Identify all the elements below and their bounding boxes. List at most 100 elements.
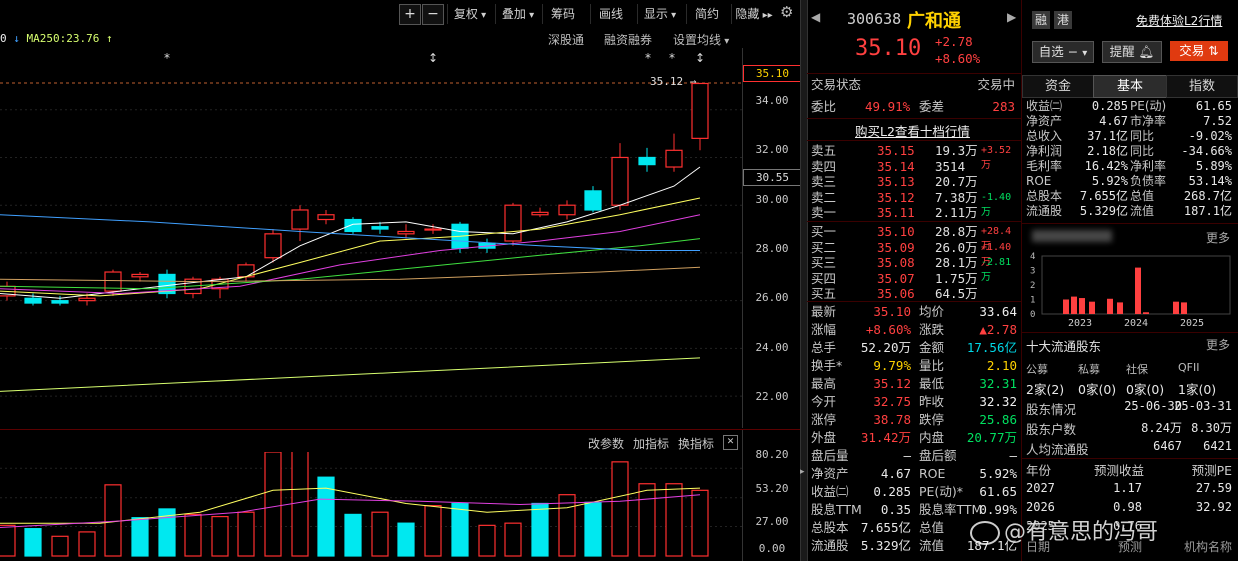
- forecast-footer: 机构名称: [1183, 540, 1232, 554]
- adjust-menu[interactable]: 复权 ▾: [447, 4, 492, 24]
- event-marker-icon[interactable]: ↕: [695, 51, 705, 65]
- close-icon[interactable]: ✕: [723, 435, 738, 450]
- quote-label: 净资产: [811, 466, 849, 481]
- event-marker-icon[interactable]: *: [669, 51, 675, 65]
- blurred-text: [1032, 230, 1112, 242]
- level-label: 卖二: [811, 189, 837, 205]
- fund-value: 5.89%: [1195, 159, 1232, 173]
- crosshair-price-tag: 30.55: [743, 169, 802, 186]
- buy-level-row[interactable]: 买三 35.08 28.1万 -2.81万: [807, 255, 1021, 283]
- fund-label: 市净率: [1130, 114, 1167, 128]
- buy-l2-link[interactable]: 购买L2查看十档行情: [855, 121, 970, 140]
- vol-add-button[interactable]: 加指标: [633, 435, 669, 452]
- quote-label: 外盘: [811, 430, 837, 445]
- vol-switch-button[interactable]: 换指标: [678, 435, 714, 452]
- vol-param-button[interactable]: 改参数: [588, 435, 624, 452]
- next-stock-icon[interactable]: ▶: [1007, 10, 1016, 24]
- tab-basic[interactable]: 基本: [1093, 75, 1167, 98]
- quote-value: 4.67: [880, 466, 911, 481]
- link-ma-settings[interactable]: 设置均线 ▾: [673, 31, 729, 48]
- double-chevron-right-icon: ▸▸: [759, 10, 773, 21]
- buy-level-row[interactable]: 买一 35.10 28.8万 +28.4万: [807, 224, 1021, 252]
- info-panel: 融 港 免费体验L2行情 自选 − ▾ 提醒 🔔︎ 交易 ⇅ 资金 基本 指数 …: [1022, 0, 1238, 561]
- forecast-eps: 1.17: [1113, 481, 1142, 495]
- trade-button[interactable]: 交易 ⇅: [1170, 41, 1228, 61]
- quote-label: 内盘: [919, 430, 945, 445]
- mini-bar: [1089, 301, 1095, 314]
- fund-value: 5.329亿: [1079, 204, 1128, 218]
- sell-level-row[interactable]: 卖四 35.14 3514: [807, 159, 1021, 174]
- exchange-arrows-icon: ⇅: [1208, 43, 1219, 58]
- prev-stock-icon[interactable]: ◀: [811, 10, 820, 24]
- tag-margin[interactable]: 融: [1032, 11, 1050, 29]
- sell-level-row[interactable]: 卖一 35.11 2.11万: [807, 205, 1021, 220]
- quote-row: 涨幅 +8.60% 涨跌 ▲2.78: [807, 321, 1021, 338]
- divider: [807, 301, 1021, 302]
- mini-y-tick: 0: [1030, 310, 1035, 320]
- link-margin[interactable]: 融资融券: [604, 31, 652, 48]
- quote-row: 最高 35.12 最低 32.31: [807, 375, 1021, 392]
- summary-button[interactable]: 简约: [686, 4, 727, 24]
- chart-area[interactable]: + − 复权 ▾ 叠加 ▾ 筹码 画线 显示 ▾ 简约 隐藏 ▸▸ ⚙ 0 ↓ …: [0, 0, 802, 561]
- remind-button[interactable]: 提醒 🔔︎: [1102, 41, 1162, 63]
- level-price: 35.09: [877, 239, 915, 255]
- level-label: 卖四: [811, 158, 837, 174]
- volume-bar: [131, 517, 149, 557]
- watchlist-button[interactable]: 自选 − ▾: [1032, 41, 1094, 63]
- more-link[interactable]: 更多: [1206, 229, 1230, 246]
- change-value: +2.78: [935, 34, 973, 49]
- l2-trial-link[interactable]: 免费体验L2行情: [1136, 12, 1222, 29]
- event-marker-icon[interactable]: *: [164, 51, 170, 65]
- arrow-down-icon: ↓: [13, 32, 20, 45]
- chips-button[interactable]: 筹码: [542, 4, 583, 24]
- tab-index[interactable]: 指数: [1166, 75, 1238, 98]
- fund-label: 收益㈡: [1026, 99, 1063, 113]
- stock-code: 300638: [847, 10, 902, 28]
- holder-row-label: 股东户数: [1026, 422, 1077, 437]
- mini-y-tick: 2: [1030, 281, 1035, 291]
- sell-level-row[interactable]: 卖三 35.13 20.7万: [807, 174, 1021, 189]
- buy-level-row[interactable]: 买二 35.09 26.0万 +1.40万: [807, 239, 1021, 268]
- caret-down-icon: ▾: [667, 10, 677, 21]
- settings-gear-icon[interactable]: ⚙: [780, 3, 798, 23]
- sell-level-row[interactable]: 卖五 35.15 19.3万 +3.52万: [807, 143, 1021, 171]
- buy-level-row[interactable]: 买五 35.06 64.5万: [807, 286, 1021, 301]
- quote-value: 25.86: [979, 412, 1017, 427]
- holder-row-value: 6421: [1203, 439, 1232, 453]
- sell-level-row[interactable]: 卖二 35.12 7.38万 -1.40万: [807, 189, 1021, 218]
- divider: [1022, 223, 1238, 224]
- zoom-out-button[interactable]: −: [422, 4, 444, 25]
- price-value: 35.10: [855, 36, 922, 61]
- quote-value: 5.92%: [979, 466, 1017, 481]
- quote-row: 收益㈡ 0.285 PE(动)* 61.65: [807, 483, 1021, 500]
- level-label: 卖三: [811, 174, 837, 189]
- vol-tick-4: 0.00: [758, 542, 786, 555]
- more-link[interactable]: 更多: [1206, 336, 1230, 353]
- zoom-in-button[interactable]: +: [399, 4, 421, 25]
- display-menu[interactable]: 显示 ▾: [637, 4, 682, 24]
- event-marker-icon[interactable]: *: [645, 51, 651, 65]
- divider: [1022, 458, 1238, 459]
- quote-row: 涨停 38.78 跌停 25.86: [807, 411, 1021, 428]
- tab-funds[interactable]: 资金: [1022, 75, 1094, 98]
- kline-chart[interactable]: 35.12 → * ↕ * * ↕: [0, 48, 742, 428]
- draw-button[interactable]: 画线: [590, 4, 631, 24]
- adjust-label: 复权: [453, 7, 478, 21]
- hide-menu[interactable]: 隐藏 ▸▸: [731, 4, 776, 24]
- volume-chart[interactable]: [0, 452, 742, 559]
- fund-label: 总收入: [1026, 129, 1063, 143]
- holder-category: QFII: [1178, 361, 1200, 374]
- tag-hk[interactable]: 港: [1054, 11, 1072, 29]
- earnings-bar-chart: 4 3 2 1 0 2023 2024 2025: [1030, 252, 1231, 329]
- volume-bar: [51, 535, 69, 557]
- mini-y-tick: 4: [1030, 252, 1035, 262]
- collapse-arrow-icon[interactable]: ▸: [800, 462, 806, 482]
- candle-body: [291, 209, 309, 230]
- link-hk-connect[interactable]: 深股通: [548, 31, 584, 48]
- overlay-menu[interactable]: 叠加 ▾: [495, 4, 540, 24]
- buy-level-row[interactable]: 买四 35.07 1.75万: [807, 271, 1021, 286]
- candle-body: [638, 156, 656, 166]
- bell-icon: 🔔︎: [1138, 44, 1155, 59]
- holder-category: 私募: [1078, 363, 1100, 376]
- event-marker-icon[interactable]: ↕: [428, 51, 438, 65]
